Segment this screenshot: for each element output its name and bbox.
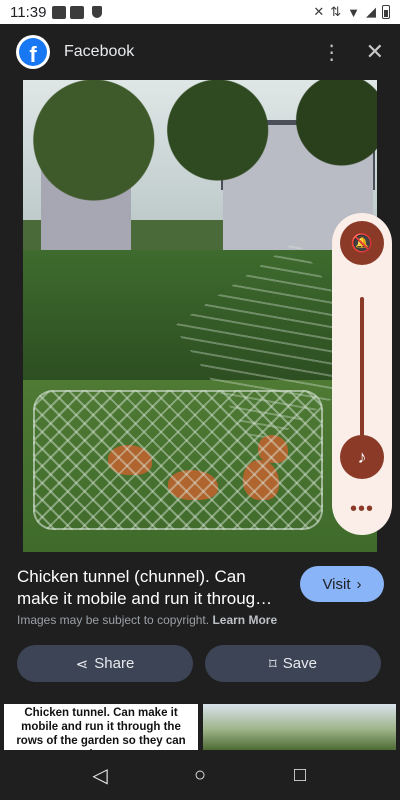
chicken-tunnel [33, 390, 323, 530]
visit-button[interactable]: Visit › [300, 566, 384, 602]
signal-icon: ◢ [366, 4, 376, 19]
music-mute-icon[interactable]: ♪ [340, 435, 384, 479]
result-image[interactable]: ⌖ [23, 80, 377, 552]
ring-mute-icon[interactable]: 🔕 [340, 221, 384, 265]
back-icon[interactable]: ◁ [85, 763, 115, 788]
viewer-header: f Facebook ⋮ ✕ [0, 24, 400, 80]
share-icon: ⋖ [75, 655, 89, 673]
status-icons: ✕ ⇅ ▼ ◢ [313, 4, 390, 20]
notification-icon [52, 5, 67, 19]
copyright-text: Images may be subject to copyright. [17, 613, 210, 627]
share-button[interactable]: ⋖ Share [17, 645, 193, 682]
recents-icon[interactable]: □ [285, 764, 315, 787]
copyright-notice: Images may be subject to copyright. Lear… [17, 613, 277, 627]
save-label: Save [282, 655, 317, 672]
status-bar: 11:39 ✕ ⇅ ▼ ◢ [0, 0, 400, 24]
more-horiz-icon[interactable]: ••• [350, 498, 374, 521]
visit-label: Visit [322, 575, 351, 593]
more-vert-icon[interactable]: ⋮ [322, 40, 342, 65]
source-name: Facebook [64, 43, 135, 60]
mute-icon: ✕ [313, 4, 325, 19]
wifi-icon: ▼ [347, 4, 360, 20]
home-icon[interactable]: ○ [185, 764, 215, 787]
data-icon: ⇅ [330, 4, 342, 19]
related-images: Chicken tunnel. Can make it mobile and r… [0, 704, 400, 750]
save-button[interactable]: ⌑ Save [205, 645, 381, 682]
result-title[interactable]: Chicken tunnel (chunnel). Can make it mo… [17, 566, 287, 610]
system-nav-bar: ◁ ○ □ [0, 750, 400, 800]
battery-icon [382, 5, 390, 19]
related-image-thumb[interactable] [203, 704, 396, 750]
notification-icon [70, 5, 85, 19]
facebook-logo-icon: f [16, 35, 50, 69]
chevron-right-icon: › [356, 575, 362, 593]
share-label: Share [94, 655, 135, 672]
volume-panel: 🔕 ♪ ••• [332, 213, 392, 535]
related-image-thumb[interactable]: Chicken tunnel. Can make it mobile and r… [4, 704, 198, 750]
learn-more-link[interactable]: Learn More [212, 613, 277, 627]
volume-slider[interactable] [360, 297, 364, 447]
close-icon[interactable]: ✕ [366, 39, 384, 65]
status-time: 11:39 [10, 3, 47, 21]
bookmark-icon: ⌑ [269, 655, 277, 673]
shield-icon [92, 6, 103, 18]
